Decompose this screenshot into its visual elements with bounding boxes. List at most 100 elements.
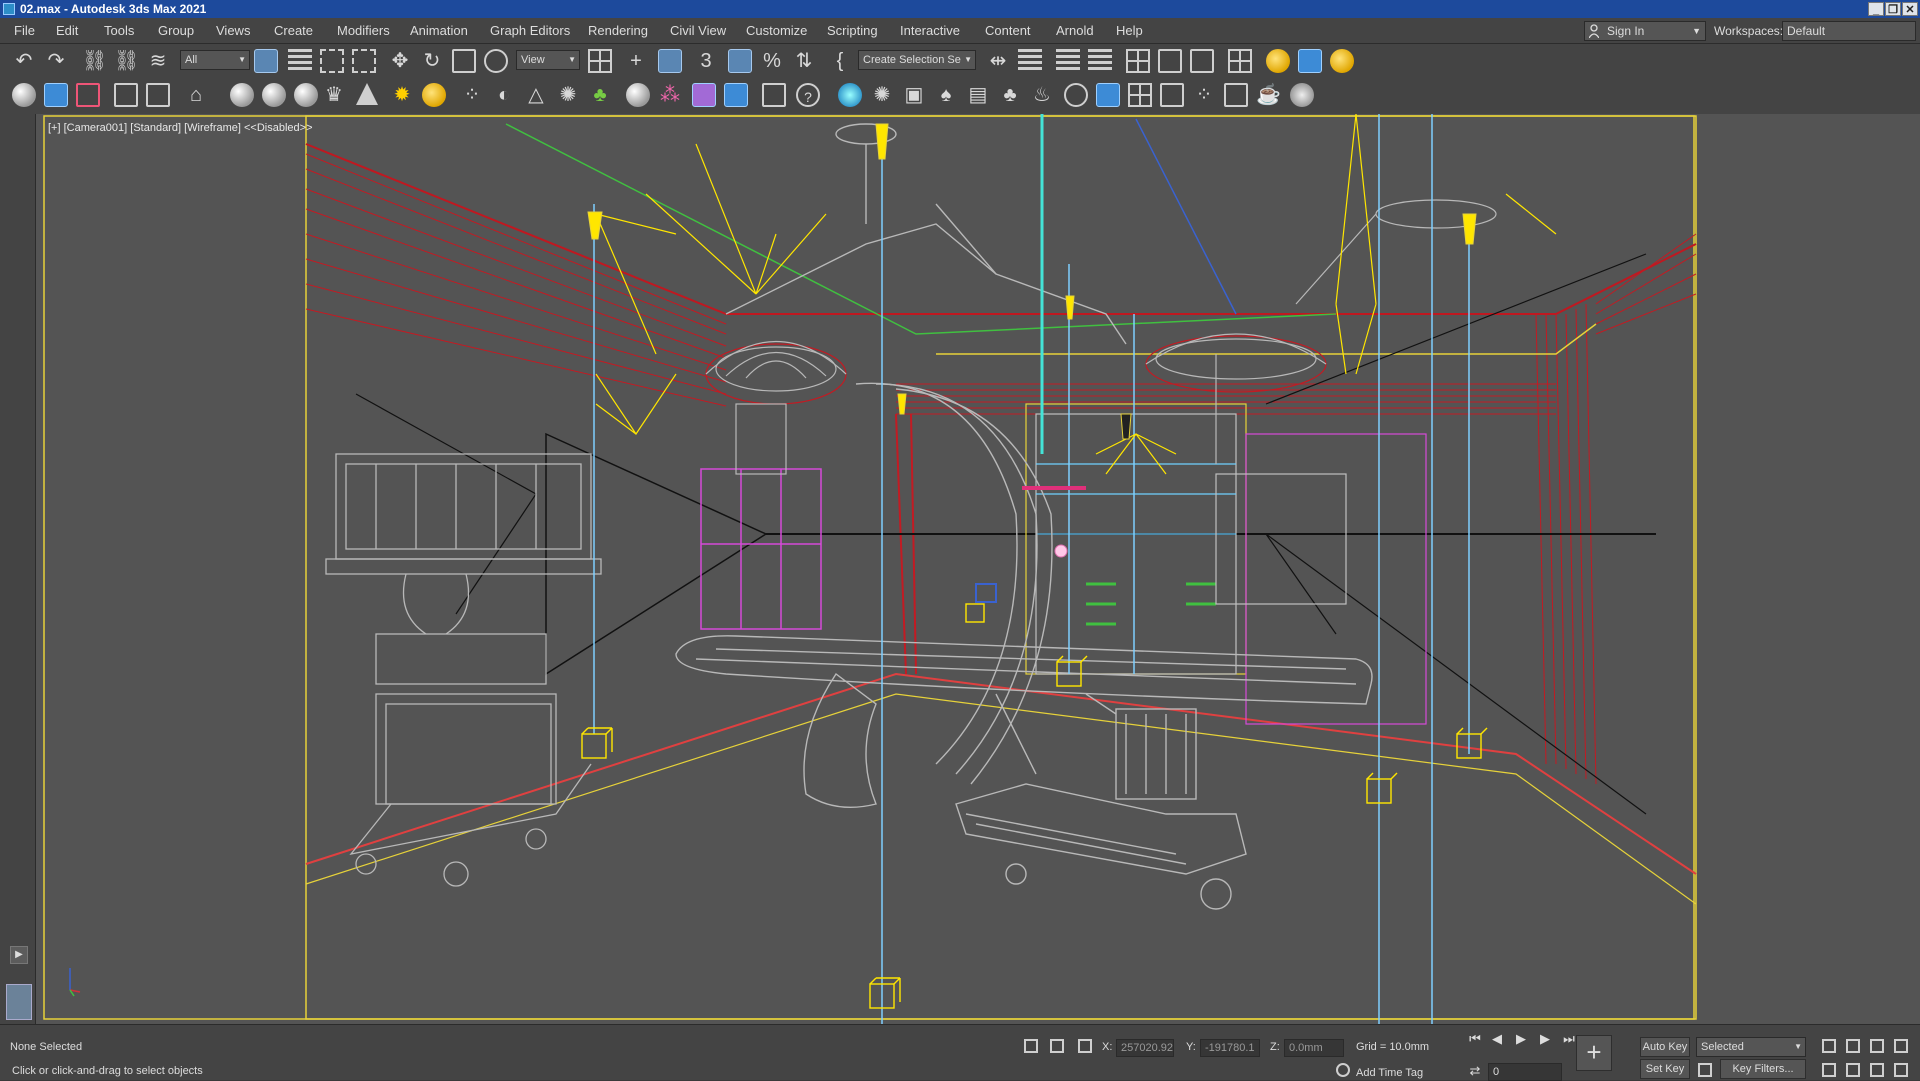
schematic-view-icon[interactable] [1190,49,1214,73]
scene-states-icon[interactable]: ⁘ [1192,83,1216,107]
go-to-start-icon[interactable]: ⏮ [1466,1031,1484,1047]
grid-view-icon[interactable] [762,83,786,107]
foliage-icon[interactable]: ♣ [588,83,612,107]
cone-icon[interactable] [356,83,380,107]
help-icon[interactable]: ? [796,83,820,107]
menu-tools[interactable]: Tools [104,23,134,38]
percent-snap-icon[interactable]: % [760,49,784,73]
restore-button[interactable]: ❐ [1885,2,1901,16]
taper-modifier-icon[interactable]: △ [524,83,548,107]
redo-icon[interactable]: ↷ [44,49,68,73]
link-icon[interactable]: ⛓ [82,49,107,73]
menu-scripting[interactable]: Scripting [827,23,878,38]
box-icon[interactable] [146,83,170,107]
set-key-mode-icon[interactable] [1698,1063,1712,1077]
safe-frame-icon[interactable] [1128,83,1152,107]
spinner-snap-icon[interactable]: ⇅ [792,49,816,73]
workspace-dropdown[interactable]: Default [1782,21,1916,41]
menu-help[interactable]: Help [1116,23,1143,38]
lamp-icon[interactable]: ♨ [1030,83,1054,107]
sun-icon[interactable]: ✹ [390,83,414,107]
named-selection-dropdown[interactable]: Create Selection Se ▼ [858,50,976,70]
select-rotate-icon[interactable]: ↻ [420,49,444,73]
zoom-extents-all-icon[interactable] [1894,1039,1908,1053]
menu-interactive[interactable]: Interactive [900,23,960,38]
select-by-name-icon[interactable] [288,49,312,73]
menu-arnold[interactable]: Arnold [1056,23,1094,38]
select-manipulate-icon[interactable]: + [624,49,648,73]
hemisphere-icon[interactable]: ⌂ [184,83,208,107]
geosphere-icon[interactable] [262,83,286,107]
expand-panel-button[interactable]: ▶ [10,946,28,964]
select-place-icon[interactable] [484,49,508,73]
physical-material-icon[interactable]: ♛ [322,83,346,107]
menu-create[interactable]: Create [274,23,313,38]
globe-icon[interactable] [294,83,318,107]
light-bulb-icon[interactable] [422,83,446,107]
zoom-extents-icon[interactable] [1870,1039,1884,1053]
menu-modifiers[interactable]: Modifiers [337,23,390,38]
camera-icon[interactable]: ▣ [902,83,926,107]
current-frame-field[interactable]: 0 [1488,1063,1562,1081]
set-key-button[interactable]: Set Key [1640,1059,1690,1079]
edit-named-selection-icon[interactable]: { [828,49,852,73]
viewport-shading-label[interactable]: [Standard] [130,122,181,134]
sign-in-dropdown[interactable]: Sign In ▼ [1584,21,1706,41]
plant-icon[interactable]: ♣ [998,83,1022,107]
viewport-camera-label[interactable]: [Camera001] [64,122,128,134]
field-of-view-icon[interactable] [1822,1063,1836,1077]
mirror-icon[interactable]: ⇹ [986,49,1010,73]
toggle-ribbon-icon[interactable] [1126,49,1150,73]
render-region-icon[interactable] [1096,83,1120,107]
camera-viewport[interactable]: [+] [Camera001] [Standard] [Wireframe] <… [36,114,1920,1024]
pan-view-icon[interactable] [1846,1063,1860,1077]
render-iterative-icon[interactable] [1160,83,1184,107]
rendered-frame-window-icon[interactable] [1298,49,1322,73]
omni-light-icon[interactable] [838,83,862,107]
teapot-small-icon[interactable]: ☕ [1256,83,1281,107]
app-icon[interactable] [3,3,15,15]
y-coordinate-field[interactable]: -191780.1 [1200,1039,1260,1057]
menu-content[interactable]: Content [985,23,1031,38]
scene-explorer-icon[interactable] [1056,49,1080,73]
teapot-icon[interactable] [12,83,36,107]
material-ball-icon[interactable] [626,83,650,107]
add-time-tag[interactable]: Add Time Tag [1356,1067,1423,1079]
time-config-icon[interactable]: ⇄ [1466,1063,1484,1079]
viewport-menu-plus[interactable]: [+] [48,122,61,134]
zoom-icon[interactable] [1822,1039,1836,1053]
curve-editor-icon[interactable] [1158,49,1182,73]
bind-space-warp-icon[interactable]: ≋ [146,49,170,73]
snaps-toggle-icon[interactable]: 3 [694,49,718,73]
render-setup-icon[interactable] [1266,49,1290,73]
environment-icon[interactable] [692,83,716,107]
select-object-icon[interactable] [254,49,278,73]
menu-graph-editors[interactable]: Graph Editors [490,23,570,38]
viewport-disabled-label[interactable]: <<Disabled>> [244,122,313,134]
menu-animation[interactable]: Animation [410,23,468,38]
key-mode-dropdown[interactable]: Selected ▼ [1696,1037,1806,1057]
viewport-mode-label[interactable]: [Wireframe] [184,122,241,134]
menu-group[interactable]: Group [158,23,194,38]
next-frame-icon[interactable]: ▶ [1536,1031,1554,1047]
light-lister-icon[interactable] [1290,83,1314,107]
spot-light-icon[interactable]: ✺ [870,83,894,107]
window-crossing-icon[interactable] [352,49,376,73]
sphere-icon[interactable] [230,83,254,107]
menu-views[interactable]: Views [216,23,250,38]
align-icon[interactable] [1018,49,1042,73]
render-icon[interactable] [76,83,100,107]
tree-icon[interactable]: ♠ [934,83,958,107]
select-move-icon[interactable]: ✥ [388,49,412,73]
add-key-button[interactable]: + [1576,1035,1612,1071]
selection-filter-dropdown[interactable]: All ▼ [180,50,250,70]
reference-coord-dropdown[interactable]: View ▼ [516,50,580,70]
keyboard-shortcut-toggle-icon[interactable] [658,49,682,73]
twist-icon[interactable]: ✺ [556,83,580,107]
x-coordinate-field[interactable]: 257020.92 [1116,1039,1174,1057]
active-shade-icon[interactable] [44,83,68,107]
menu-file[interactable]: File [14,23,35,38]
walk-through-icon[interactable] [1064,83,1088,107]
lock-selection-icon[interactable] [1050,1039,1064,1053]
use-pivot-center-icon[interactable] [588,49,612,73]
